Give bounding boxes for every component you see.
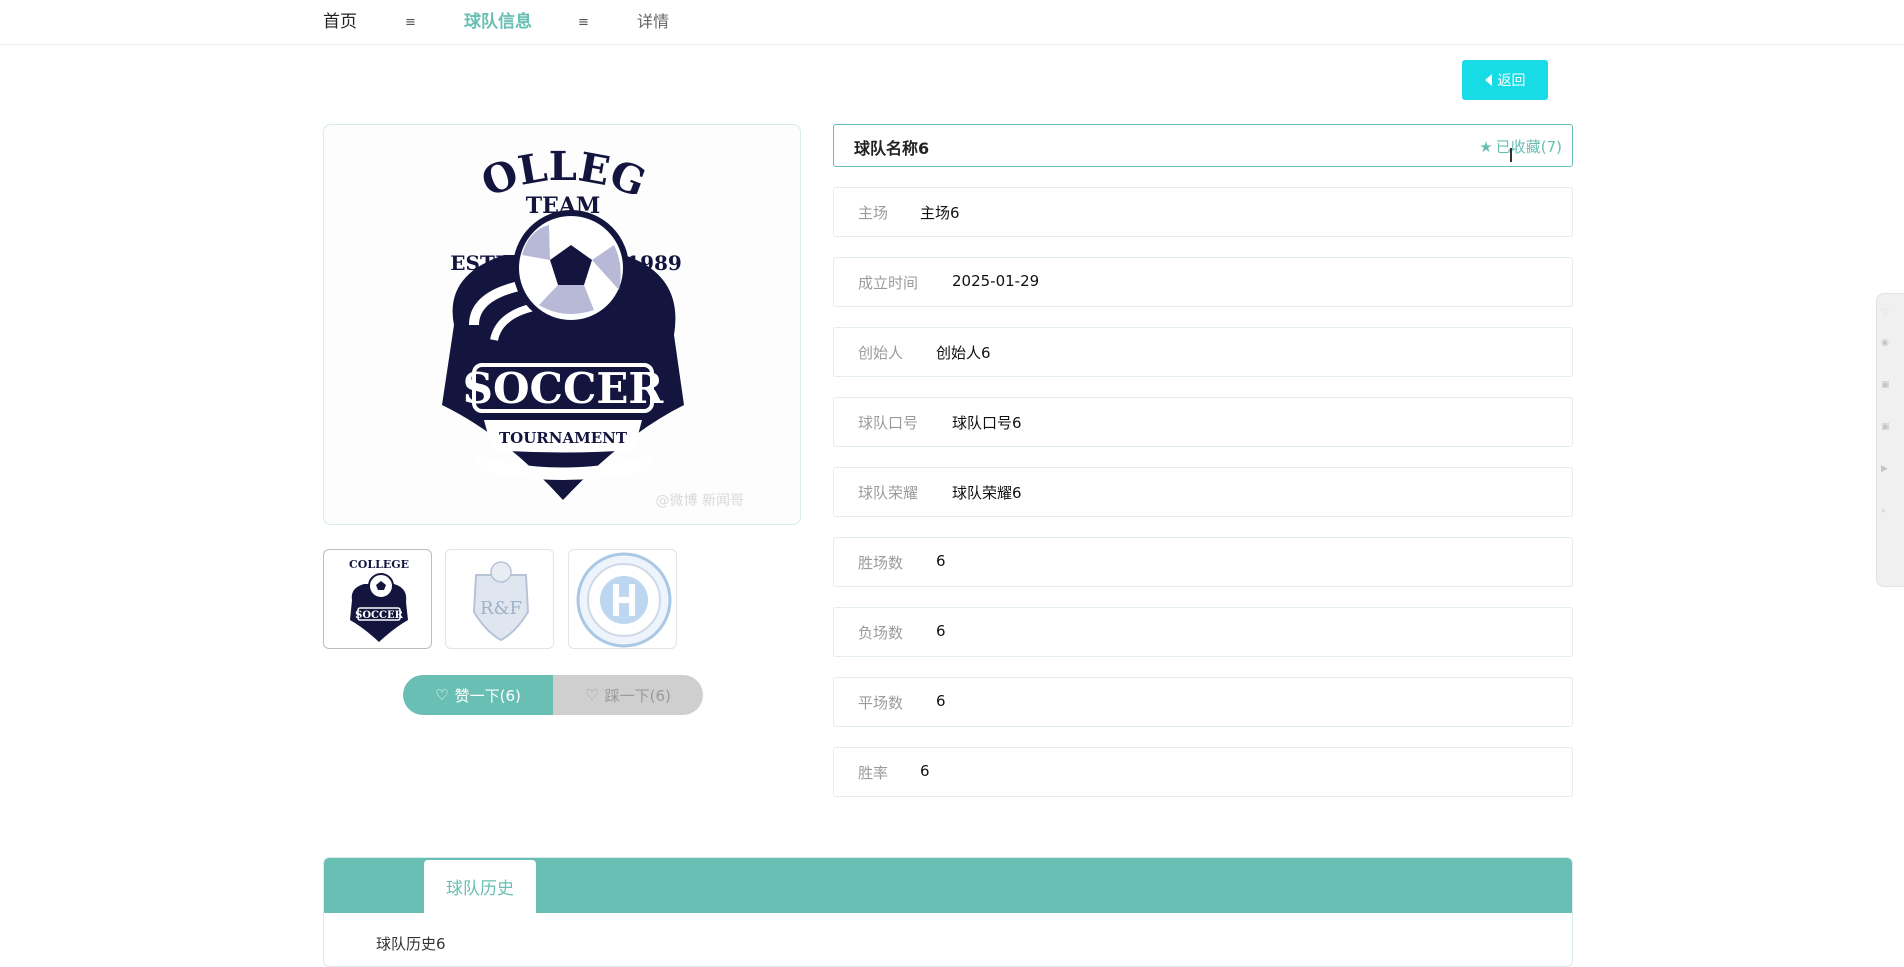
field-value: 主场6 (920, 204, 960, 222)
field-value: 6 (936, 622, 946, 640)
field-label: 胜率 (858, 764, 889, 782)
back-button[interactable]: 返回 (1462, 60, 1548, 100)
round-crest-thumbnail (576, 552, 672, 648)
ai-icon[interactable]: ◉ (1881, 338, 1904, 349)
image-watermark: @微博 新闻哥 (655, 493, 744, 509)
search-icon[interactable]: ⌕ (1881, 506, 1904, 517)
field-label: 球队口号 (858, 414, 919, 432)
field-win-rate: 胜率 6 (833, 747, 1573, 797)
svg-text:COLLEGE: COLLEGE (349, 558, 409, 571)
logo-tournament-text: TOURNAMENT (499, 429, 628, 447)
field-team-slogan: 球队口号 球队口号6 (833, 397, 1573, 447)
breadcrumb: 首页 ≡ 球队信息 ≡ 详情 (0, 0, 1904, 45)
text-cursor-icon (1510, 148, 1512, 162)
field-label: 平场数 (858, 694, 904, 712)
field-value: 6 (936, 692, 946, 710)
breadcrumb-separator: ≡ (405, 15, 416, 30)
field-label: 负场数 (858, 624, 904, 642)
thumbnail-2[interactable]: R&F (445, 549, 554, 649)
caret-left-icon (1484, 74, 1492, 86)
svg-text:SOCCER: SOCCER (355, 610, 403, 621)
rf-crest-thumbnail: R&F (472, 561, 530, 642)
video-icon[interactable]: ▶ (1881, 464, 1904, 475)
breadcrumb-separator: ≡ (578, 15, 589, 30)
field-losses: 负场数 6 (833, 607, 1573, 657)
field-draws: 平场数 6 (833, 677, 1573, 727)
field-value: 球队荣耀6 (952, 484, 1022, 502)
field-value: 2025-01-29 (952, 272, 1040, 290)
thumbs-down-icon: ♡ (585, 686, 599, 704)
field-founder: 创始人 创始人6 (833, 327, 1573, 377)
vote-group: ♡ 赞一下(6) ♡ 踩一下(6) (403, 675, 703, 715)
thumbs-up-icon: ♡ (435, 686, 449, 704)
field-founded-date: 成立时间 2025-01-29 (833, 257, 1573, 307)
field-label: 创始人 (858, 344, 904, 362)
team-name: 球队名称6 (854, 139, 930, 158)
star-icon: ★ (1479, 137, 1493, 156)
field-value: 6 (936, 552, 946, 570)
team-main-image: COLLEGE TEAM ESTB 1989 SOCCER TOURNAMENT… (323, 124, 801, 525)
tab-team-history[interactable]: 球队历史 (424, 860, 536, 913)
thumbnail-1[interactable]: COLLEGE SOCCER (323, 549, 432, 649)
tab-bar: 球队历史 (324, 858, 1572, 913)
field-wins: 胜场数 6 (833, 537, 1573, 587)
tab-content: 球队历史6 (376, 935, 446, 953)
tabs-panel: 球队历史 球队历史6 (323, 857, 1573, 967)
field-label: 主场 (858, 204, 889, 222)
like-button[interactable]: ♡ 赞一下(6) (403, 675, 553, 715)
like-button-label: 赞一下(6) (454, 686, 521, 705)
field-home-stadium: 主场 主场6 (833, 187, 1573, 237)
breadcrumb-team-info-link[interactable]: 球队信息 (464, 10, 532, 34)
field-label: 球队荣耀 (858, 484, 919, 502)
svg-text:R&F: R&F (480, 598, 522, 619)
logo-college-text: COLLEGE (324, 125, 652, 207)
breadcrumb-detail: 详情 (637, 12, 670, 31)
camera-icon[interactable]: ▣ (1881, 380, 1904, 391)
breadcrumb-home-link[interactable]: 首页 (323, 10, 357, 34)
soccer-logo: COLLEGE TEAM ESTB 1989 SOCCER TOURNAMENT (324, 125, 684, 500)
field-value: 创始人6 (936, 344, 991, 362)
team-name-box: 球队名称6 ★ 已收藏(7) (833, 124, 1573, 167)
dislike-button-label: 踩一下(6) (604, 686, 671, 705)
soccer-logo-thumbnail: COLLEGE SOCCER (349, 558, 409, 642)
field-team-honors: 球队荣耀 球队荣耀6 (833, 467, 1573, 517)
screenshot-icon[interactable]: ▣ (1881, 422, 1904, 433)
dislike-button[interactable]: ♡ 踩一下(6) (553, 675, 703, 715)
collect-button[interactable]: ★ 已收藏(7) (1479, 136, 1562, 157)
thumbnail-3[interactable] (568, 549, 677, 649)
heart-icon[interactable]: ♡ (1881, 308, 1904, 319)
logo-soccer-text: SOCCER (463, 364, 665, 413)
back-button-label: 返回 (1497, 73, 1526, 89)
collect-label: 已收藏(7) (1495, 138, 1562, 156)
field-value: 6 (920, 762, 930, 780)
field-value: 球队口号6 (952, 414, 1022, 432)
field-label: 成立时间 (858, 274, 919, 292)
side-toolbar: ♡ ◉ ▣ ▣ ▶ ⌕ (1876, 293, 1904, 587)
field-label: 胜场数 (858, 554, 904, 572)
